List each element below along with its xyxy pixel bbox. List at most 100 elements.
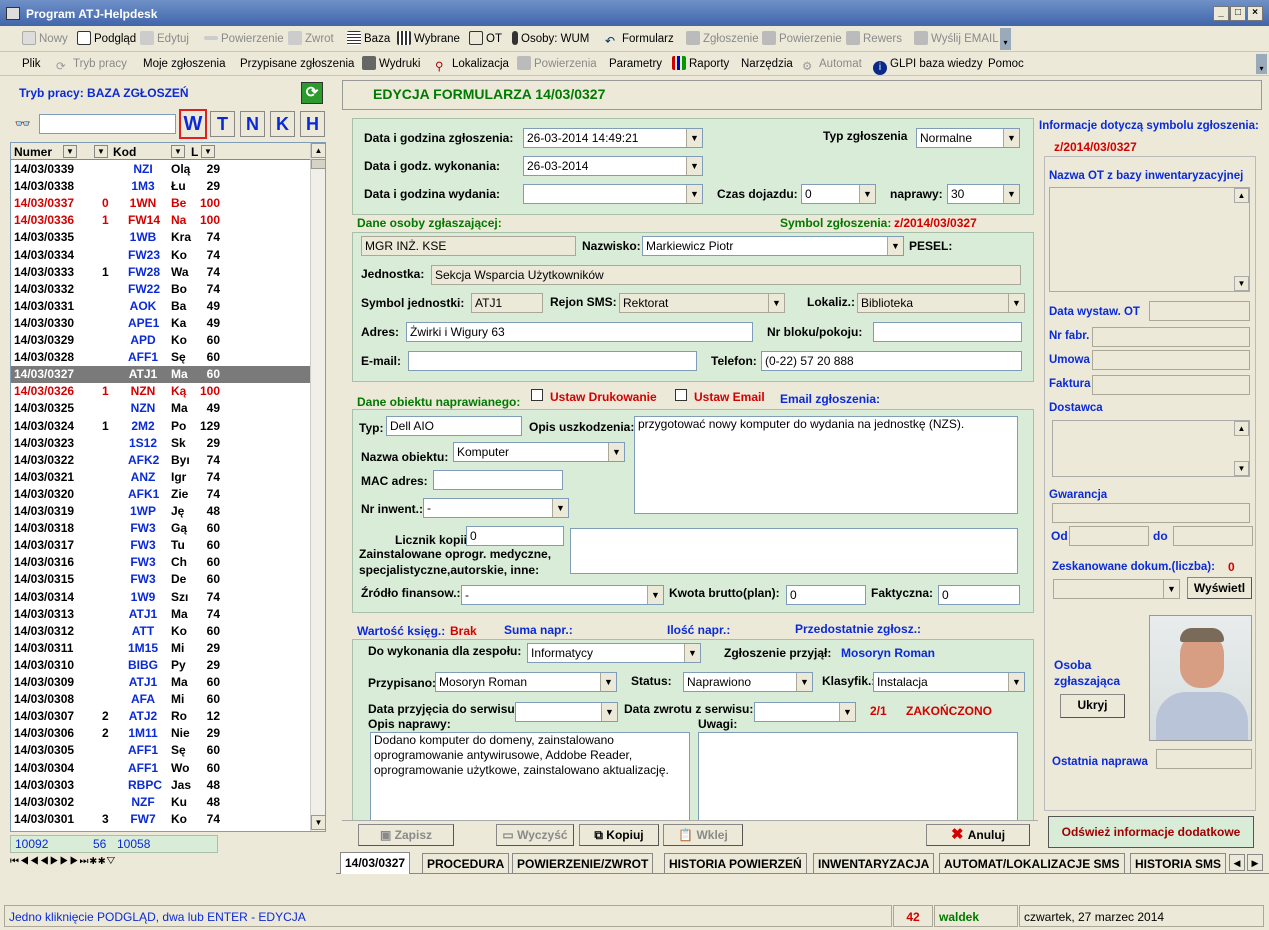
table-row[interactable]: 14/03/0321 ANZ Igr 74 bbox=[11, 469, 310, 486]
lokalizacja-select[interactable]: Biblioteka ▼ bbox=[857, 293, 1025, 313]
table-row[interactable]: 14/03/0325 NZN Ma 49 bbox=[11, 400, 310, 417]
typ-obiektu-field[interactable]: Dell AIO bbox=[386, 416, 522, 436]
email-field[interactable] bbox=[408, 351, 697, 371]
gwarancja-do-field[interactable] bbox=[1173, 526, 1253, 546]
table-row[interactable]: 14/03/0319 1WP Ję 48 bbox=[11, 503, 310, 520]
data-zwrotu-serwis-field[interactable]: ▼ bbox=[754, 702, 856, 722]
faktura-field[interactable] bbox=[1092, 375, 1250, 395]
menu-glpi[interactable]: i GLPI baza wiedzy bbox=[873, 55, 983, 75]
data-wydania-field[interactable]: ▼ bbox=[523, 184, 703, 204]
table-row[interactable]: 14/03/0304 AFF1 Wo 60 bbox=[11, 760, 310, 777]
edit-button[interactable]: Edytuj bbox=[140, 30, 189, 48]
search-input[interactable] bbox=[39, 114, 176, 134]
data-przyjecia-serwis-field[interactable]: ▼ bbox=[515, 702, 618, 722]
refresh-button[interactable]: ⟳ bbox=[301, 82, 323, 104]
chevron-down-icon[interactable]: ▼ bbox=[768, 294, 784, 312]
czas-dojazdu-select[interactable]: 0 ▼ bbox=[801, 184, 876, 204]
col-numer[interactable]: Numer bbox=[14, 145, 52, 159]
status-select[interactable]: Naprawiono ▼ bbox=[683, 672, 813, 692]
table-row[interactable]: 14/03/0322 AFK2 Byı 74 bbox=[11, 452, 310, 469]
zgloszenie-print-button[interactable]: Zgłoszenie bbox=[686, 30, 759, 48]
col-kod[interactable]: Kod bbox=[113, 145, 136, 159]
wklej-button[interactable]: 📋 Wklej bbox=[663, 824, 743, 846]
zwrot-button[interactable]: Zwrot bbox=[288, 30, 334, 48]
opis-naprawy-field[interactable]: Dodano komputer do domeny, zainstalowano… bbox=[370, 732, 690, 821]
scroll-down-arrow[interactable]: ▼ bbox=[311, 815, 325, 830]
close-button[interactable]: × bbox=[1247, 6, 1263, 21]
chevron-down-icon[interactable]: ▼ bbox=[552, 499, 568, 517]
toolbar-overflow-2[interactable]: ▾ bbox=[1256, 54, 1267, 74]
table-row[interactable]: 14/03/0334 FW23 Ko 74 bbox=[11, 247, 310, 264]
nr-fabr-field[interactable] bbox=[1092, 327, 1250, 347]
scroll-up-arrow[interactable]: ▲ bbox=[1234, 421, 1249, 436]
col-numer-dropdown[interactable]: ▼ bbox=[63, 145, 77, 158]
menu-tryb-pracy[interactable]: ⟳ Tryb pracy bbox=[56, 55, 127, 73]
gwarancja-od-field[interactable] bbox=[1069, 526, 1149, 546]
wybrane-button[interactable]: Wybrane bbox=[397, 30, 460, 48]
anuluj-button[interactable]: ✖ Anuluj bbox=[926, 824, 1030, 846]
table-row[interactable]: 14/03/0331 AOK Ba 49 bbox=[11, 298, 310, 315]
ustaw-email-checkbox[interactable] bbox=[675, 389, 687, 401]
ot-button[interactable]: OT bbox=[469, 30, 502, 48]
table-row[interactable]: 14/03/0320 AFK1 Zie 74 bbox=[11, 486, 310, 503]
ustaw-drukowanie-checkbox[interactable] bbox=[531, 389, 543, 401]
scroll-down-arrow[interactable]: ▼ bbox=[1234, 276, 1249, 291]
menu-pomoc[interactable]: Pomoc bbox=[988, 55, 1024, 73]
zespol-select[interactable]: Informatycy ▼ bbox=[527, 643, 701, 663]
tab-historia-sms[interactable]: HISTORIA SMS bbox=[1130, 853, 1226, 873]
table-row[interactable]: 14/03/0311 1M15 Mi 29 bbox=[11, 640, 310, 657]
table-row[interactable]: 14/03/0307 2 ATJ2 Ro 12 bbox=[11, 708, 310, 725]
nazwa-ot-field[interactable]: ▲ ▼ bbox=[1049, 187, 1250, 292]
filter-k-button[interactable]: K bbox=[270, 111, 295, 137]
menu-narzedzia[interactable]: Narzędzia bbox=[741, 55, 793, 73]
tab-automat-lokalizacje[interactable]: AUTOMAT/LOKALIZACJE SMS bbox=[939, 853, 1125, 873]
chevron-down-icon[interactable]: ▼ bbox=[859, 185, 875, 203]
menu-parametry[interactable]: Parametry bbox=[609, 55, 662, 73]
baza-button[interactable]: Baza bbox=[347, 30, 390, 48]
klasyfikacja-select[interactable]: Instalacja ▼ bbox=[873, 672, 1025, 692]
scroll-down-arrow[interactable]: ▼ bbox=[1234, 461, 1249, 476]
filter-h-button[interactable]: H bbox=[300, 111, 325, 137]
mac-adres-field[interactable] bbox=[433, 470, 563, 490]
table-row[interactable]: 14/03/0336 1 FW14 Na 100 bbox=[11, 212, 310, 229]
menu-przypisane[interactable]: Przypisane zgłoszenia bbox=[240, 55, 354, 73]
tab-historia-powierzen[interactable]: HISTORIA POWIERZEŃ bbox=[664, 853, 807, 873]
tab-formularz[interactable]: 14/03/0327 bbox=[340, 852, 411, 874]
chevron-down-icon[interactable]: ▼ bbox=[1163, 580, 1179, 598]
chevron-down-icon[interactable]: ▼ bbox=[1008, 294, 1024, 312]
osoby-button[interactable]: Osoby: WUM bbox=[512, 30, 589, 48]
zapisz-button[interactable]: ▣ Zapisz bbox=[358, 824, 454, 846]
nazwisko-select[interactable]: Markiewicz Piotr ▼ bbox=[642, 236, 904, 256]
new-button[interactable]: Nowy bbox=[22, 30, 68, 48]
menu-wydruki[interactable]: Wydruki bbox=[362, 55, 420, 73]
filter-t-button[interactable]: T bbox=[210, 111, 235, 137]
zrodlo-finansowania-select[interactable]: - ▼ bbox=[461, 585, 664, 605]
chevron-down-icon[interactable]: ▼ bbox=[686, 185, 702, 203]
table-row[interactable]: 14/03/0327 ATJ1 Ma 60 bbox=[11, 366, 310, 384]
table-row[interactable]: 14/03/0330 APE1 Ka 49 bbox=[11, 315, 310, 332]
typ-zgloszenia-select[interactable]: Normalne ▼ bbox=[916, 128, 1020, 148]
chevron-down-icon[interactable]: ▼ bbox=[1008, 673, 1024, 691]
table-row[interactable]: 14/03/0303 RBPC Jas 48 bbox=[11, 777, 310, 794]
table-row[interactable]: 14/03/0308 AFA Mi 60 bbox=[11, 691, 310, 708]
dostawca-field[interactable]: ▲ ▼ bbox=[1052, 420, 1250, 477]
menu-moje-zgloszenia[interactable]: Moje zgłoszenia bbox=[143, 55, 225, 73]
rejon-sms-select[interactable]: Rektorat ▼ bbox=[619, 293, 785, 313]
ostatnia-naprawa-field[interactable] bbox=[1156, 749, 1252, 769]
record-navigator[interactable]: ⏮◀◀◀▶▶▶⏭✱✱▽ bbox=[10, 854, 310, 870]
data-wystaw-ot-field[interactable] bbox=[1149, 301, 1250, 321]
wyswietl-button[interactable]: Wyświetl bbox=[1187, 577, 1252, 599]
maximize-button[interactable]: □ bbox=[1230, 6, 1246, 21]
chevron-down-icon[interactable]: ▼ bbox=[686, 129, 702, 147]
toolbar-overflow[interactable]: ▾ bbox=[1000, 28, 1011, 50]
menu-powierzenia[interactable]: Powierzenia bbox=[517, 55, 597, 73]
table-row[interactable]: 14/03/0324 1 2M2 Po 129 bbox=[11, 418, 310, 435]
table-row[interactable]: 14/03/0313 ATJ1 Ma 74 bbox=[11, 606, 310, 623]
table-row[interactable]: 14/03/0326 1 NZN Ką 100 bbox=[11, 383, 310, 400]
tab-scroll-right[interactable]: ▶ bbox=[1247, 854, 1263, 871]
tab-inwentaryzacja[interactable]: INWENTARYZACJA bbox=[813, 853, 935, 873]
chevron-down-icon[interactable]: ▼ bbox=[1003, 129, 1019, 147]
table-row[interactable]: 14/03/0312 ATT Ko 60 bbox=[11, 623, 310, 640]
table-row[interactable]: 14/03/0333 1 FW28 Wa 74 bbox=[11, 264, 310, 281]
menu-automat[interactable]: ⚙ Automat bbox=[802, 55, 862, 73]
